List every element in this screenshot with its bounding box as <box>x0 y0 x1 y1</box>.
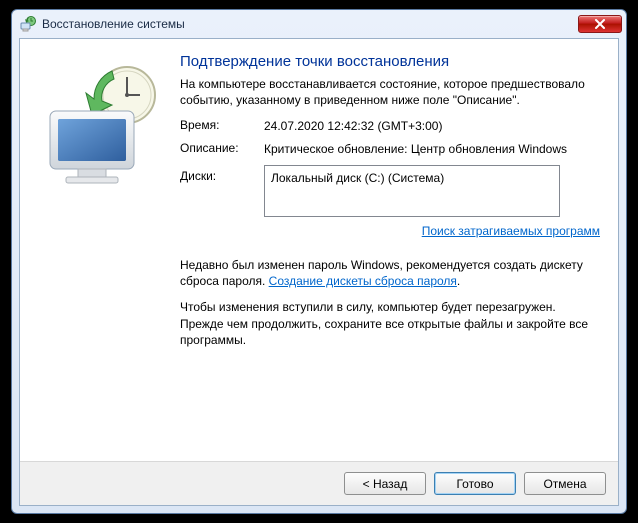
system-restore-icon <box>20 16 36 32</box>
finish-button[interactable]: Готово <box>434 472 516 495</box>
restart-warning: Чтобы изменения вступили в силу, компьют… <box>180 299 602 348</box>
note-text-after: . <box>457 274 460 288</box>
close-icon <box>594 19 606 29</box>
disks-listbox[interactable]: Локальный диск (C:) (Система) <box>264 165 560 217</box>
page-heading: Подтверждение точки восстановления <box>180 53 602 70</box>
system-restore-graphic-icon <box>32 59 172 199</box>
field-time: Время: 24.07.2020 12:42:32 (GMT+3:00) <box>180 118 602 134</box>
back-button[interactable]: < Назад <box>344 472 426 495</box>
field-disks: Диски: Локальный диск (C:) (Система) Пои… <box>180 165 602 239</box>
time-value: 24.07.2020 12:42:32 (GMT+3:00) <box>264 118 602 134</box>
scan-affected-programs-link[interactable]: Поиск затрагиваемых программ <box>422 224 600 238</box>
disks-label: Диски: <box>180 165 264 183</box>
wizard-window: Восстановление системы <box>11 9 627 514</box>
button-bar: < Назад Готово Отмена <box>20 461 618 505</box>
content: Подтверждение точки восстановления На ко… <box>20 39 618 461</box>
disks-container: Локальный диск (C:) (Система) Поиск затр… <box>264 165 602 239</box>
close-button[interactable] <box>578 15 622 33</box>
description-value: Критическое обновление: Центр обновления… <box>264 141 602 157</box>
titlebar: Восстановление системы <box>12 10 626 38</box>
disk-item: Локальный диск (C:) (Система) <box>271 171 444 185</box>
field-description: Описание: Критическое обновление: Центр … <box>180 141 602 157</box>
left-column <box>32 53 180 451</box>
description-label: Описание: <box>180 141 264 155</box>
intro-text: На компьютере восстанавливается состояни… <box>180 76 602 108</box>
right-column: Подтверждение точки восстановления На ко… <box>180 53 602 451</box>
window-title: Восстановление системы <box>42 17 578 31</box>
client-area: Подтверждение точки восстановления На ко… <box>19 38 619 506</box>
password-reset-note: Недавно был изменен пароль Windows, реко… <box>180 257 602 289</box>
time-label: Время: <box>180 118 264 132</box>
create-password-reset-disk-link[interactable]: Создание дискеты сброса пароля <box>269 274 457 288</box>
cancel-button[interactable]: Отмена <box>524 472 606 495</box>
